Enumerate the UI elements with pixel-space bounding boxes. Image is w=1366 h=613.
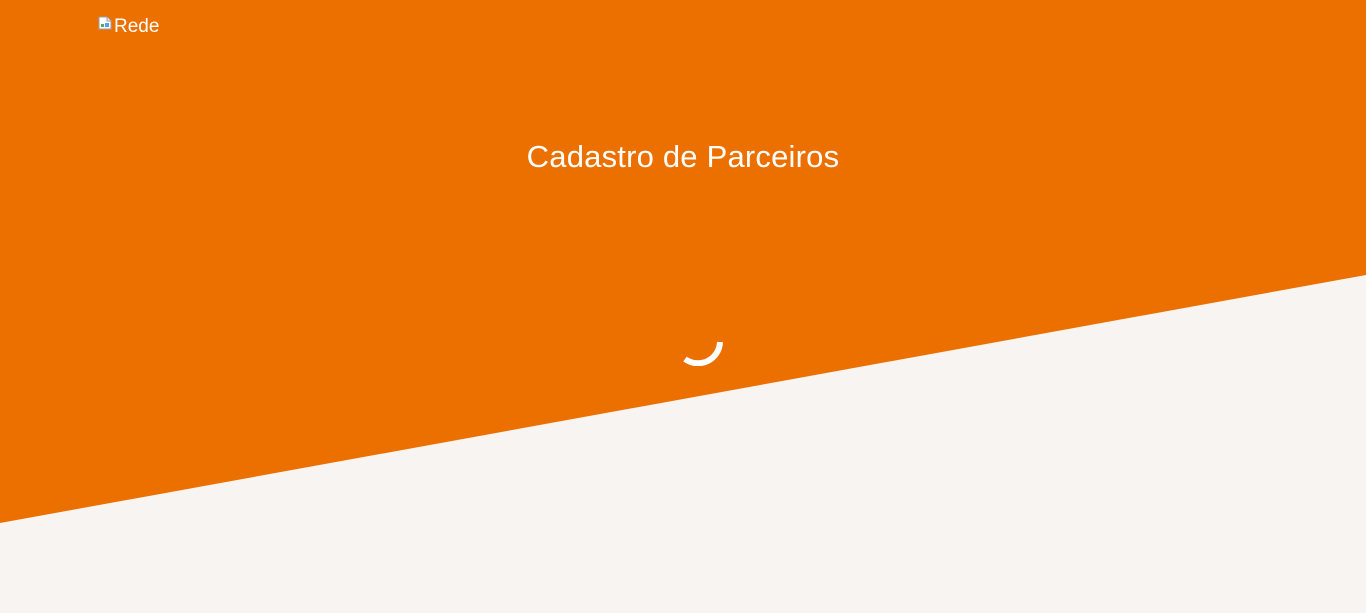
broken-image-icon (98, 16, 112, 30)
logo[interactable]: Rede (98, 16, 160, 37)
page: Rede Cadastro de Parceiros (0, 0, 1366, 613)
loading-spinner-icon (683, 341, 723, 366)
diagonal-background (0, 0, 1366, 613)
logo-alt-text: Rede (114, 16, 160, 37)
page-title: Cadastro de Parceiros (526, 139, 840, 174)
